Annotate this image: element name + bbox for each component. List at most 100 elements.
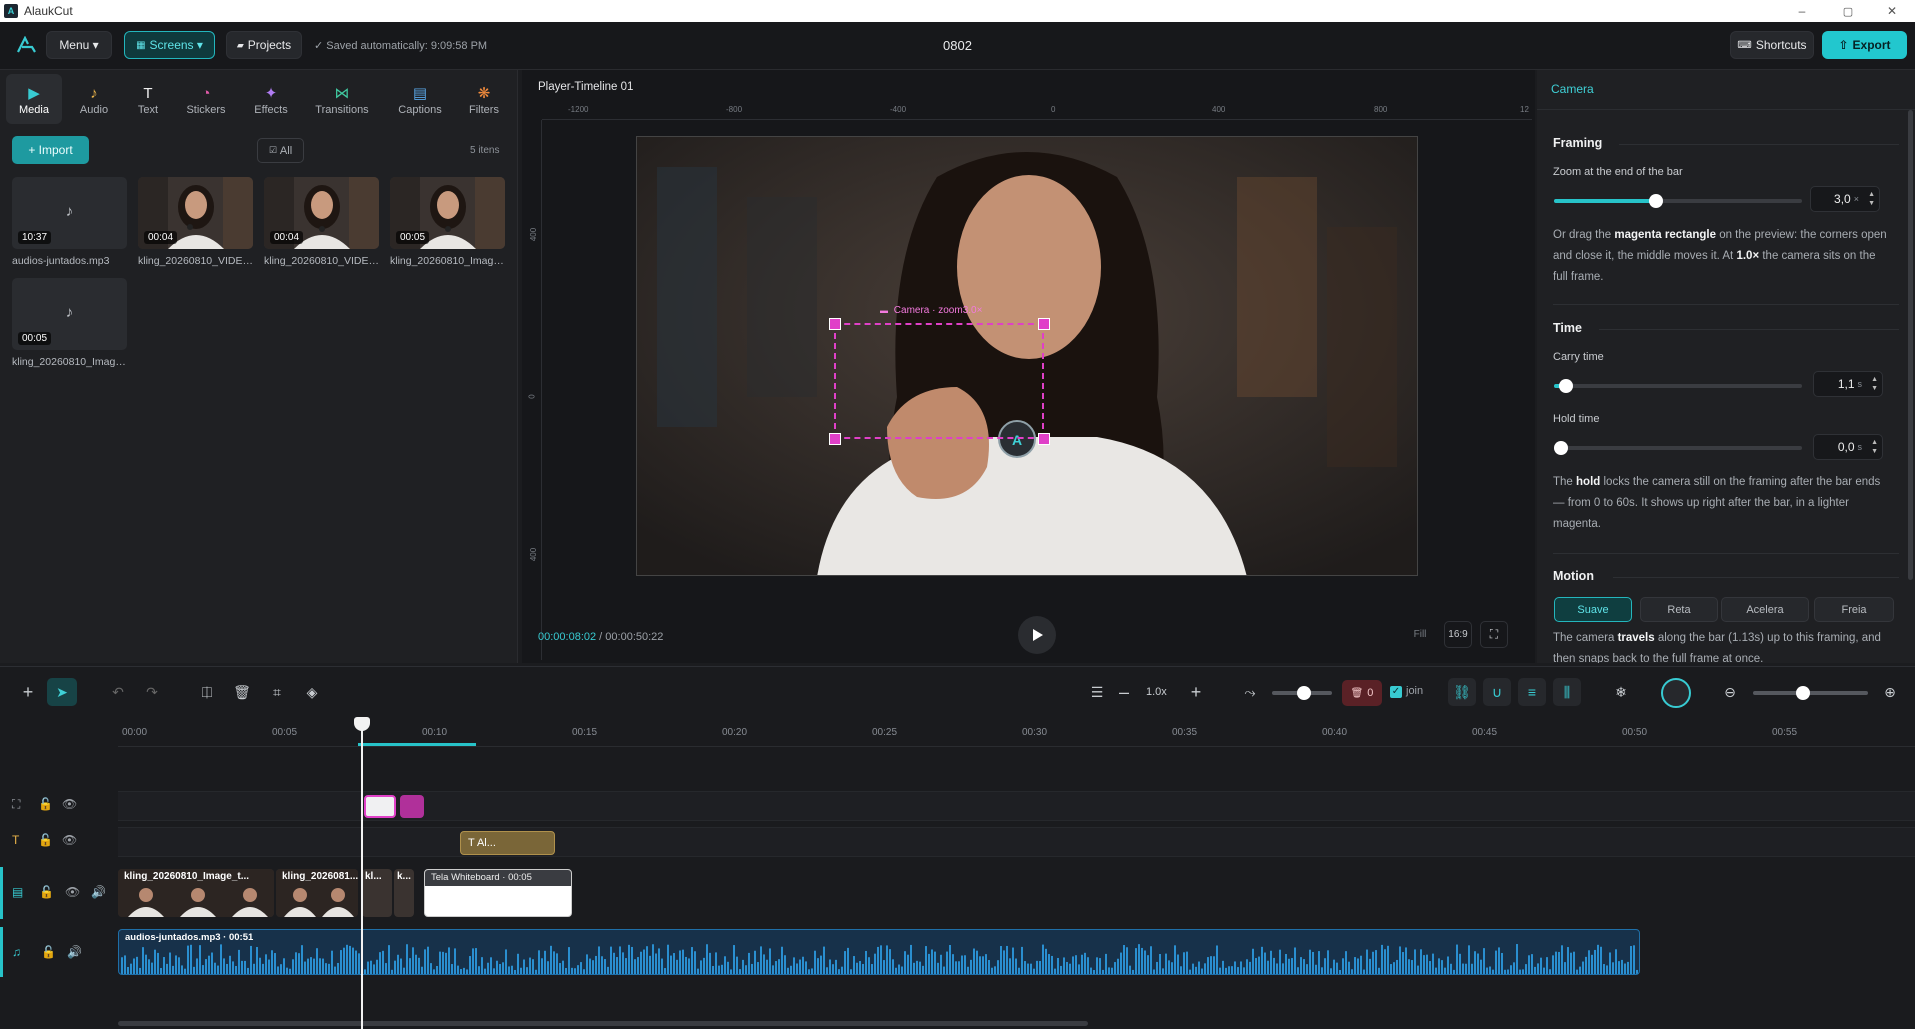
help-text: The camera	[1553, 632, 1618, 644]
waveform-bar	[430, 963, 432, 974]
add-track-icon[interactable]: +	[16, 680, 40, 704]
zoom-out-minus-icon[interactable]: –	[1112, 680, 1136, 704]
help-bold: magenta rectangle	[1614, 229, 1716, 241]
preview-canvas[interactable]: A ▬ Camera · zoom3.0×	[636, 136, 1418, 576]
media-item-video[interactable]: 00:04	[264, 177, 379, 249]
export-button[interactable]: ⇧ Export	[1822, 31, 1907, 59]
slider-knob[interactable]	[1297, 686, 1311, 700]
trash-icon[interactable]: 🗑	[230, 680, 254, 704]
media-item-video[interactable]: 00:04	[138, 177, 253, 249]
select-tool-icon[interactable]: ➤	[47, 678, 77, 706]
stepper-icon[interactable]: ▲ ▼	[1871, 438, 1878, 456]
tab-filters[interactable]: ❋ Filters	[456, 74, 512, 124]
tab-media[interactable]: ▶ Media	[6, 74, 62, 124]
link-icon[interactable]: ⛓	[1448, 678, 1476, 706]
resize-handle-bottom-right[interactable]	[1038, 433, 1050, 445]
filter-all-button[interactable]: ☑ All	[257, 138, 304, 163]
tab-stickers[interactable]: ◔ Stickers	[178, 74, 234, 124]
media-item-audio[interactable]: ♪ 10:37	[12, 177, 127, 249]
zoom-input[interactable]: 3,0 × ▲ ▼	[1810, 186, 1880, 212]
screens-button[interactable]: ▦ Screens ▾	[124, 31, 215, 59]
slider-knob[interactable]	[1559, 379, 1574, 393]
resize-handle-top-left[interactable]	[829, 318, 841, 330]
lock-icon[interactable]: 🔓	[39, 885, 54, 899]
resize-handle-bottom-left[interactable]	[829, 433, 841, 445]
video-clip[interactable]: kl...	[362, 869, 392, 917]
redo-icon[interactable]: ↷	[140, 680, 164, 704]
tab-captions[interactable]: ▤ Captions	[392, 74, 448, 124]
play-button[interactable]	[1018, 616, 1056, 654]
zoom-in-icon[interactable]: ⊕	[1878, 680, 1902, 704]
slider-knob[interactable]	[1796, 686, 1810, 700]
volume-slider[interactable]	[1272, 686, 1332, 700]
camera-clip[interactable]	[364, 795, 396, 818]
fullscreen-icon[interactable]: ⛶	[1480, 621, 1508, 648]
camera-framing-rectangle[interactable]	[834, 323, 1044, 439]
freeze-icon[interactable]: ❄	[1609, 680, 1633, 704]
keyframe-icon[interactable]: ◈	[300, 680, 324, 704]
tab-audio[interactable]: ♪ Audio	[66, 74, 122, 124]
shortcuts-button[interactable]: ⌨ Shortcuts	[1730, 31, 1814, 59]
minimize-button[interactable]: –	[1779, 0, 1825, 22]
lock-icon[interactable]: 🔓	[38, 833, 53, 847]
motion-option-acelera[interactable]: Acelera	[1721, 597, 1809, 622]
playhead[interactable]	[354, 717, 370, 1029]
delete-count-button[interactable]: 🗑 0	[1342, 680, 1382, 706]
split-icon[interactable]: ⎅	[195, 680, 219, 704]
video-clip[interactable]: k...	[394, 869, 414, 917]
camera-hold-clip[interactable]	[400, 795, 424, 818]
carry-time-slider[interactable]	[1554, 379, 1802, 393]
tab-effects[interactable]: ✦ Effects	[243, 74, 299, 124]
whiteboard-clip[interactable]: Tela Whiteboard · 00:05	[424, 869, 572, 917]
zoom-out-icon[interactable]: ⊖	[1718, 680, 1742, 704]
media-item-audio[interactable]: ♪ 00:05	[12, 278, 127, 350]
slider-knob[interactable]	[1554, 441, 1568, 455]
hold-time-input[interactable]: 0,0 s ▲ ▼	[1813, 434, 1883, 460]
speaker-icon[interactable]: 🔊	[67, 945, 82, 959]
media-item-video[interactable]: 00:05	[390, 177, 505, 249]
zoom-in-plus-icon[interactable]: +	[1184, 680, 1208, 704]
resize-handle-top-right[interactable]	[1038, 318, 1050, 330]
magnet-icon[interactable]: ∪	[1483, 678, 1511, 706]
audio-clip[interactable]: audios-juntados.mp3 · 00:51	[118, 929, 1640, 975]
fill-button[interactable]: Fill	[1408, 621, 1432, 648]
eye-icon[interactable]: 👁	[62, 833, 77, 847]
motion-option-freia[interactable]: Freia	[1814, 597, 1894, 622]
undo-icon[interactable]: ↶	[106, 680, 130, 704]
panel-scrollbar[interactable]	[1908, 110, 1913, 580]
tab-transitions[interactable]: ⋈ Transitions	[312, 74, 372, 124]
stepper-icon[interactable]: ▲ ▼	[1868, 190, 1875, 208]
zoom-slider[interactable]	[1554, 194, 1802, 208]
text-clip[interactable]: T Al...	[460, 831, 555, 855]
timeline-zoom-slider[interactable]	[1753, 686, 1868, 700]
projects-button[interactable]: ▰ Projects	[226, 31, 302, 59]
timer-icon[interactable]	[1661, 678, 1691, 708]
waveform-bar	[223, 958, 225, 974]
adjust-icon[interactable]: ☰	[1085, 680, 1109, 704]
waveform-icon[interactable]: ⫼	[1553, 678, 1581, 706]
import-button[interactable]: + Import	[12, 136, 89, 164]
slider-knob[interactable]	[1648, 194, 1663, 208]
tab-text[interactable]: T Text	[120, 74, 176, 124]
motion-option-reta[interactable]: Reta	[1640, 597, 1718, 622]
video-clip[interactable]: kling_2026081...	[276, 869, 358, 917]
stepper-icon[interactable]: ▲ ▼	[1871, 375, 1878, 393]
video-clip[interactable]: kling_20260810_Image_t...	[118, 869, 274, 917]
carry-time-input[interactable]: 1,1 s ▲ ▼	[1813, 371, 1883, 397]
speaker-icon[interactable]: 🔊	[91, 885, 106, 899]
motion-option-suave[interactable]: Suave	[1554, 597, 1632, 622]
lock-icon[interactable]: 🔓	[38, 797, 53, 811]
close-button[interactable]: ✕	[1869, 0, 1915, 22]
join-checkbox[interactable]: ✓	[1390, 686, 1402, 698]
timeline-scrollbar[interactable]	[118, 1021, 1088, 1026]
snap-off-icon[interactable]: ⤳	[1238, 680, 1262, 704]
lock-icon[interactable]: 🔓	[41, 945, 56, 959]
eye-icon[interactable]: 👁	[65, 885, 80, 899]
maximize-button[interactable]: ▢	[1825, 0, 1871, 22]
hold-time-slider[interactable]	[1554, 441, 1802, 455]
aspect-ratio-button[interactable]: 16:9	[1444, 621, 1472, 648]
eye-icon[interactable]: 👁	[62, 797, 77, 811]
crop-icon[interactable]: ⌗	[265, 680, 289, 704]
menu-button[interactable]: Menu ▾	[46, 31, 112, 59]
align-icon[interactable]: ≡	[1518, 678, 1546, 706]
